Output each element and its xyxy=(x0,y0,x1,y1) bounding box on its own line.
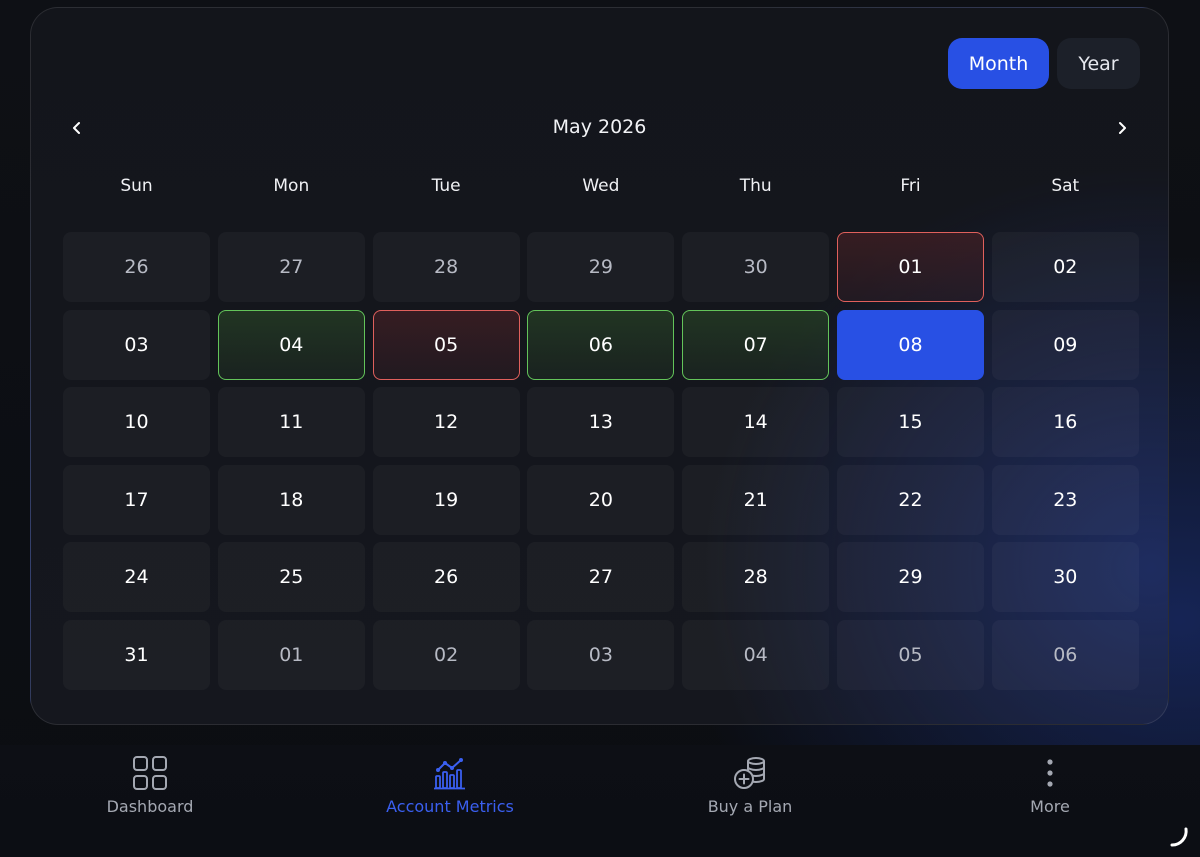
calendar-day[interactable]: 05 xyxy=(372,309,520,380)
month-view-button[interactable]: Month xyxy=(948,38,1049,89)
calendar-day[interactable]: 03 xyxy=(527,620,674,690)
calendar-day[interactable]: 04 xyxy=(217,309,365,380)
weekday-label: Mon xyxy=(273,176,310,196)
calendar-day[interactable]: 03 xyxy=(63,310,210,380)
calendar-day[interactable]: 18 xyxy=(218,465,365,535)
chevron-right-icon[interactable] xyxy=(1110,116,1134,140)
calendar-day[interactable]: 06 xyxy=(992,620,1139,690)
calendar-day[interactable]: 17 xyxy=(63,465,210,535)
month-header: May 2026 xyxy=(31,108,1168,148)
calendar-day[interactable]: 12 xyxy=(373,387,520,457)
calendar-day[interactable]: 09 xyxy=(992,310,1139,380)
calendar-card: Month Year May 2026 Sun Mon Tue Wed Thu … xyxy=(30,7,1169,725)
calendar-day[interactable]: 30 xyxy=(992,542,1139,612)
calendar-day[interactable]: 24 xyxy=(63,542,210,612)
calendar-day[interactable]: 30 xyxy=(682,232,829,302)
nav-label-more: More xyxy=(1030,797,1070,816)
weekday-label: Fri xyxy=(900,176,921,196)
metrics-chart-icon xyxy=(430,753,470,793)
calendar-day[interactable]: 13 xyxy=(527,387,674,457)
calendar-day[interactable]: 26 xyxy=(63,232,210,302)
weekday-label: Sun xyxy=(120,176,153,196)
coins-plus-icon xyxy=(730,753,770,793)
calendar-day[interactable]: 23 xyxy=(992,465,1139,535)
calendar-day[interactable]: 28 xyxy=(373,232,520,302)
calendar-day[interactable]: 11 xyxy=(218,387,365,457)
view-toggle: Month Year xyxy=(948,38,1140,89)
calendar-day[interactable]: 05 xyxy=(837,620,984,690)
bottom-navigation: Dashboard Account Metrics Buy a Plan Mor… xyxy=(0,745,1200,857)
calendar-day[interactable]: 06 xyxy=(527,309,675,380)
calendar-day-grid: 26 27 28 29 30 01 02 03 04 05 06 07 08 09 10 11 12 13 14 15… xyxy=(63,232,1139,690)
calendar-day[interactable]: 02 xyxy=(373,620,520,690)
nav-label-account-metrics: Account Metrics xyxy=(386,797,514,816)
calendar-day[interactable]: 15 xyxy=(837,387,984,457)
calendar-day[interactable]: 29 xyxy=(837,542,984,612)
nav-item-account-metrics[interactable]: Account Metrics xyxy=(340,753,560,833)
calendar-day[interactable]: 27 xyxy=(218,232,365,302)
calendar-day[interactable]: 22 xyxy=(837,465,984,535)
calendar-day[interactable]: 29 xyxy=(527,232,674,302)
calendar-day[interactable]: 01 xyxy=(836,232,984,302)
calendar-day[interactable]: 19 xyxy=(373,465,520,535)
weekday-label: Thu xyxy=(739,176,772,196)
calendar-day[interactable]: 02 xyxy=(992,232,1139,302)
dashboard-grid-icon xyxy=(130,753,170,793)
resize-handle-icon xyxy=(1166,825,1190,849)
weekday-label: Tue xyxy=(431,176,461,196)
calendar-day[interactable]: 01 xyxy=(218,620,365,690)
weekday-label: Sat xyxy=(1051,176,1080,196)
calendar-day[interactable]: 21 xyxy=(682,465,829,535)
calendar-day[interactable]: 26 xyxy=(373,542,520,612)
weekday-header-row: Sun Mon Tue Wed Thu Fri Sat xyxy=(63,176,1139,196)
nav-item-buy-a-plan[interactable]: Buy a Plan xyxy=(640,753,860,833)
calendar-day[interactable]: 07 xyxy=(682,309,830,380)
calendar-day[interactable]: 28 xyxy=(682,542,829,612)
year-view-button[interactable]: Year xyxy=(1057,38,1140,89)
calendar-day[interactable]: 25 xyxy=(218,542,365,612)
more-vertical-icon xyxy=(1030,753,1070,793)
calendar-day[interactable]: 14 xyxy=(682,387,829,457)
calendar-day[interactable]: 27 xyxy=(527,542,674,612)
calendar-day[interactable]: 20 xyxy=(527,465,674,535)
nav-item-dashboard[interactable]: Dashboard xyxy=(40,753,260,833)
nav-label-dashboard: Dashboard xyxy=(106,797,194,816)
nav-item-more[interactable]: More xyxy=(940,753,1160,833)
calendar-day[interactable]: 04 xyxy=(682,620,829,690)
month-title: May 2026 xyxy=(552,116,647,138)
calendar-day[interactable]: 10 xyxy=(63,387,210,457)
calendar-day[interactable]: 31 xyxy=(63,620,210,690)
nav-label-buy-a-plan: Buy a Plan xyxy=(707,797,793,816)
weekday-label: Wed xyxy=(582,176,620,196)
calendar-day-selected[interactable]: 08 xyxy=(836,309,984,380)
calendar-day[interactable]: 16 xyxy=(992,387,1139,457)
